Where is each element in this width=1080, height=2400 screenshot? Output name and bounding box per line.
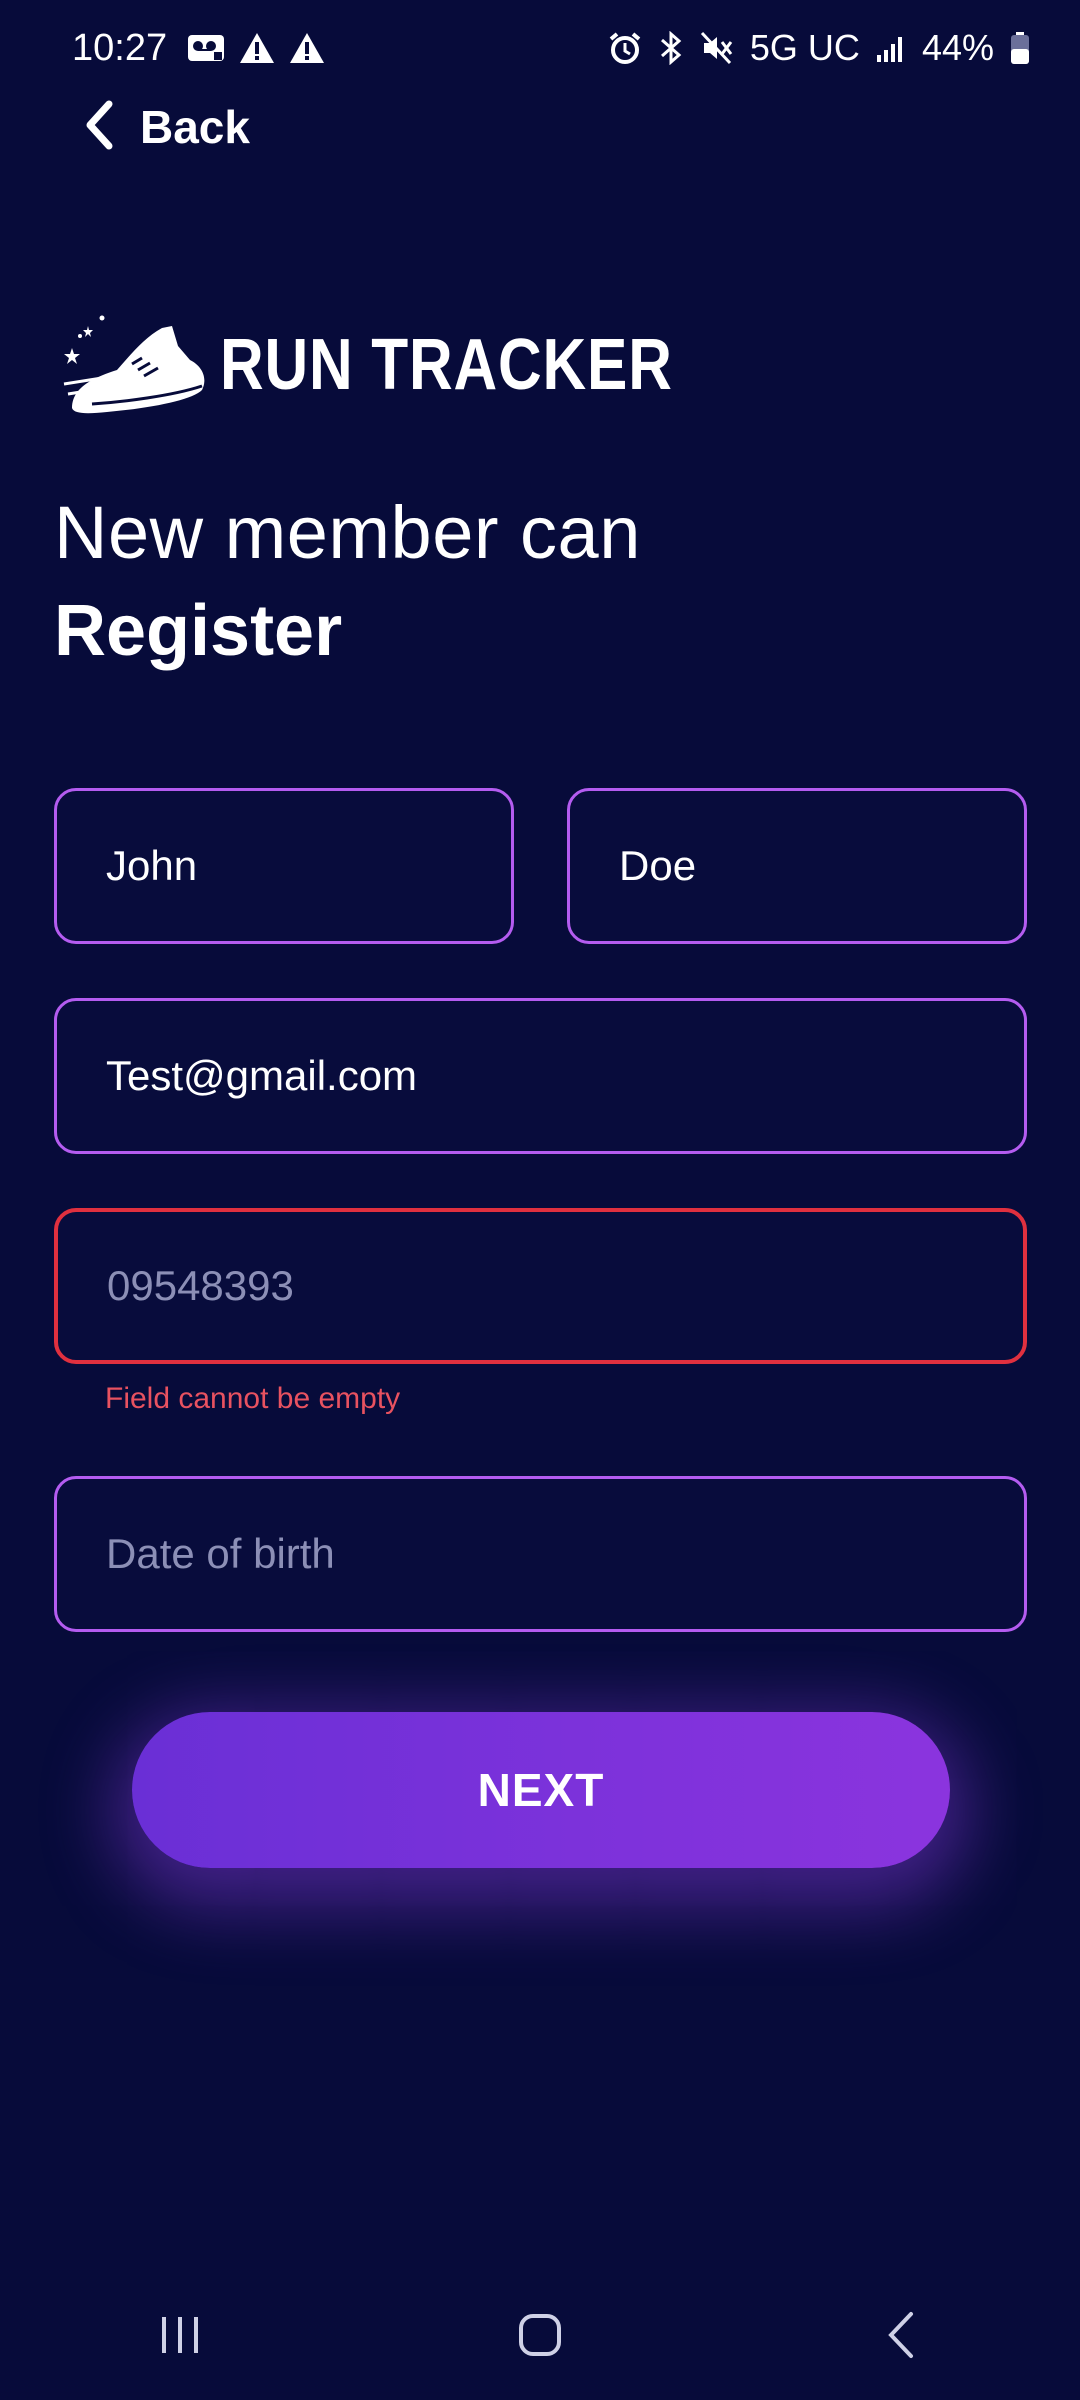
phone-error-message: Field cannot be empty bbox=[105, 1382, 401, 1415]
last-name-field[interactable]: Doe bbox=[567, 788, 1027, 944]
warning-icon bbox=[289, 32, 325, 64]
status-right: 5G UC 44% bbox=[608, 27, 1030, 69]
battery-percent: 44% bbox=[921, 27, 994, 68]
system-nav-bar bbox=[0, 2270, 1080, 2400]
home-icon bbox=[519, 2314, 561, 2356]
running-shoe-icon bbox=[62, 308, 212, 423]
page-title: Register bbox=[54, 591, 343, 671]
chevron-left-icon bbox=[84, 100, 114, 155]
back-button[interactable]: Back bbox=[84, 92, 250, 162]
page-subtitle: New member can bbox=[54, 491, 641, 574]
back-arrow-icon bbox=[888, 2312, 913, 2358]
app-logo: RUN TRACKER bbox=[62, 300, 759, 430]
recent-apps-button[interactable] bbox=[120, 2285, 240, 2385]
status-left: 10:27 bbox=[72, 27, 325, 70]
email-field[interactable]: Test@gmail.com bbox=[54, 998, 1027, 1154]
next-button[interactable]: NEXT bbox=[132, 1712, 950, 1868]
first-name-field[interactable]: John bbox=[54, 788, 514, 944]
home-button[interactable] bbox=[480, 2285, 600, 2385]
mute-icon bbox=[700, 31, 734, 65]
alarm-icon bbox=[608, 31, 642, 65]
network-type: 5G UC bbox=[749, 27, 860, 68]
status-time: 10:27 bbox=[72, 26, 168, 69]
bluetooth-icon bbox=[658, 31, 684, 65]
recent-apps-icon bbox=[162, 2317, 198, 2353]
voicemail-icon bbox=[187, 33, 225, 63]
signal-icon bbox=[876, 33, 906, 63]
system-back-button[interactable] bbox=[840, 2285, 960, 2385]
status-bar: 10:27 5G UC 44% bbox=[0, 0, 1080, 96]
warning-icon bbox=[239, 32, 275, 64]
logo-text: RUN TRACKER bbox=[220, 325, 673, 405]
phone-field[interactable]: 09548393 bbox=[54, 1208, 1027, 1364]
date-of-birth-field[interactable]: Date of birth bbox=[54, 1476, 1027, 1632]
battery-icon bbox=[1010, 31, 1030, 65]
back-label: Back bbox=[140, 101, 250, 153]
